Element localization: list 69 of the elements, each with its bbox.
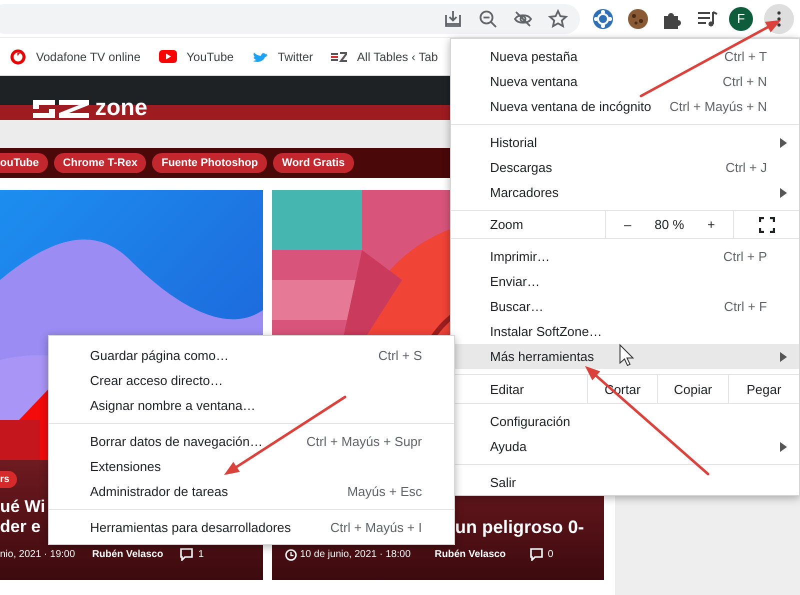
eye-off-icon[interactable] xyxy=(513,8,533,28)
comment-icon xyxy=(530,548,543,561)
clock-icon xyxy=(285,548,297,560)
circle-logo-icon xyxy=(10,48,26,64)
menu-item[interactable]: Administrador de tareas Mayús + Esc xyxy=(49,479,454,504)
menu-item[interactable]: Extensiones xyxy=(49,454,454,479)
tag-link[interactable]: Word Gratis xyxy=(273,153,354,173)
tag-link[interactable]: ouTube xyxy=(0,153,48,173)
address-bar[interactable] xyxy=(0,4,580,34)
menu-item[interactable]: Nueva pestaña Ctrl + T xyxy=(451,44,799,69)
tag-link[interactable]: Fuente Photoshop xyxy=(152,153,268,173)
bookmark-link[interactable]: Vodafone TV online xyxy=(10,48,141,64)
article-title[interactable]: der e xyxy=(0,517,41,537)
menu-item[interactable]: Borrar datos de navegación… Ctrl + Mayús + Supr xyxy=(49,429,454,454)
author-link[interactable]: Rubén Velasco xyxy=(434,549,506,560)
menu-item[interactable]: Nueva ventana de incógnito Ctrl + Mayús + N xyxy=(451,94,799,119)
comment-icon xyxy=(180,548,194,561)
author-link[interactable]: Rubén Velasco xyxy=(92,549,164,560)
menu-item[interactable]: Herramientas para desarrolladores Ctrl + Mayús + I xyxy=(49,515,454,540)
menu-item[interactable]: Historial xyxy=(451,130,799,155)
menu-item[interactable]: Marcadores xyxy=(451,180,799,205)
fullscreen-icon[interactable] xyxy=(758,216,774,232)
bookmark-link[interactable]: YouTube xyxy=(158,48,234,65)
zoom-out-button[interactable]: – xyxy=(624,217,632,232)
date-text: 10 de junio, 2021 · 18:00 xyxy=(300,549,411,560)
article-title[interactable]: un peligroso 0- xyxy=(455,517,584,537)
star-icon[interactable] xyxy=(548,8,568,28)
shortcut-text: Ctrl + F xyxy=(723,299,767,314)
menu-item[interactable]: Enviar… xyxy=(451,269,799,294)
menu-item[interactable]: Guardar página como… Ctrl + S xyxy=(49,343,454,368)
shortcut-text: Ctrl + J xyxy=(724,160,767,175)
shortcut-text: Ctrl + P xyxy=(722,249,767,264)
play-icon xyxy=(158,48,177,65)
zoom-out-icon[interactable] xyxy=(478,8,498,28)
menu-item[interactable]: Instalar SoftZone… xyxy=(451,319,799,344)
menu-item[interactable]: Salir xyxy=(451,470,799,495)
menu-icon xyxy=(776,10,780,26)
edit-label: Editar xyxy=(489,380,525,398)
comment-count: 0 xyxy=(548,549,554,560)
shortcut-text: Mayús + Esc xyxy=(346,484,422,499)
menu-item[interactable]: Asignar nombre a ventana… xyxy=(49,393,454,418)
comment-count: 1 xyxy=(198,549,204,560)
zoom-in-button[interactable]: + xyxy=(707,217,715,232)
avatar-button[interactable]: F xyxy=(729,6,753,30)
cursor-icon xyxy=(620,344,634,366)
zoom-label: Zoom xyxy=(489,216,524,234)
shortcut-text: Ctrl + Mayús + I xyxy=(329,520,422,535)
category-tag[interactable]: rs xyxy=(0,471,18,488)
download-icon[interactable] xyxy=(443,8,463,28)
menu-item[interactable]: Descargas Ctrl + J xyxy=(451,155,799,180)
menu-item[interactable]: Imprimir… Ctrl + P xyxy=(451,244,799,269)
date-text: nio, 2021 · 19:00 xyxy=(0,549,76,560)
menu-item[interactable]: Buscar… Ctrl + F xyxy=(451,294,799,319)
menu-item[interactable]: Crear acceso directo… xyxy=(49,368,454,393)
menu-item[interactable]: Ayuda xyxy=(451,434,799,459)
shortcut-text: Ctrl + Mayús + N xyxy=(668,99,767,114)
menu-item[interactable]: Nueva ventana Ctrl + N xyxy=(451,69,799,94)
shortcut-text: Ctrl + N xyxy=(722,74,767,89)
shortcut-text: Ctrl + Mayús + Supr xyxy=(305,434,422,449)
cookie-icon[interactable] xyxy=(626,6,650,30)
bookmark-link[interactable]: All Tables ‹ Tab xyxy=(331,48,438,64)
tag-link[interactable]: Chrome T-Rex xyxy=(54,153,146,173)
extension-icon[interactable] xyxy=(591,6,615,30)
shortcut-text: Ctrl + S xyxy=(377,348,422,363)
article-title[interactable]: ué Wi xyxy=(0,497,46,517)
zoom-value: 80 % xyxy=(654,217,684,232)
menu-item[interactable]: Configuración xyxy=(451,409,799,434)
bookmark-link[interactable]: Twitter xyxy=(252,48,314,64)
shortcut-text: Ctrl + T xyxy=(723,49,767,64)
